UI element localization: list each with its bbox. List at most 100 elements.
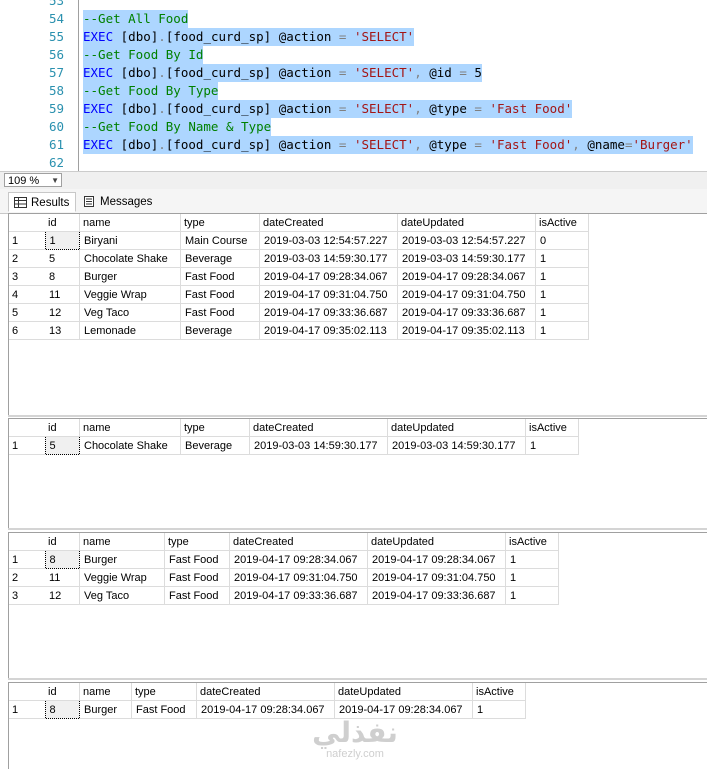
cell-dateUpdated[interactable]: 2019-04-17 09:33:36.687 — [397, 303, 536, 322]
cell-id[interactable]: 11 — [45, 285, 80, 304]
column-header-dateUpdated[interactable]: dateUpdated — [334, 683, 473, 701]
column-header-name[interactable]: name — [79, 533, 165, 551]
cell-dateUpdated[interactable]: 2019-03-03 12:54:57.227 — [397, 231, 536, 250]
column-header-type[interactable]: type — [180, 214, 260, 232]
cell-type[interactable]: Beverage — [180, 249, 260, 268]
cell-name[interactable]: Burger — [79, 267, 181, 286]
cell-dateCreated[interactable]: 2019-03-03 14:59:30.177 — [259, 249, 398, 268]
column-header-dateCreated[interactable]: dateCreated — [196, 683, 335, 701]
cell-id[interactable]: 1 — [44, 231, 80, 250]
cell-isActive[interactable]: 1 — [535, 285, 589, 304]
cell-isActive[interactable]: 1 — [472, 700, 526, 719]
grid-splitter-1[interactable] — [8, 415, 707, 417]
cell-dateCreated[interactable]: 2019-04-17 09:31:04.750 — [229, 568, 368, 587]
cell-type[interactable]: Beverage — [180, 436, 250, 455]
column-header-isActive[interactable]: isActive — [505, 533, 559, 551]
cell-id[interactable]: 13 — [45, 321, 80, 340]
column-header-dateCreated[interactable]: dateCreated — [249, 419, 388, 437]
cell-dateCreated[interactable]: 2019-04-17 09:31:04.750 — [259, 285, 398, 304]
result-grid-2[interactable]: id name type dateCreated dateUpdated isActive… — [8, 418, 707, 529]
cell-type[interactable]: Fast Food — [164, 586, 230, 605]
cell-isActive[interactable]: 0 — [535, 231, 589, 250]
cell-type[interactable]: Fast Food — [180, 267, 260, 286]
row-number[interactable]: 2 — [9, 568, 45, 587]
cell-name[interactable]: Veg Taco — [79, 303, 181, 322]
row-number[interactable]: 6 — [9, 321, 45, 340]
cell-dateCreated[interactable]: 2019-03-03 14:59:30.177 — [249, 436, 388, 455]
table-row[interactable]: 3 12 Veg Taco Fast Food 2019-04-17 09:33:36.… — [9, 586, 559, 605]
cell-dateCreated[interactable]: 2019-04-17 09:35:02.113 — [259, 321, 398, 340]
column-header-dateCreated[interactable]: dateCreated — [259, 214, 398, 232]
column-header-isActive[interactable]: isActive — [472, 683, 526, 701]
cell-id[interactable]: 12 — [45, 303, 80, 322]
cell-name[interactable]: Biryani — [79, 231, 181, 250]
cell-id[interactable]: 5 — [44, 436, 80, 455]
cell-isActive[interactable]: 1 — [535, 321, 589, 340]
cell-dateCreated[interactable]: 2019-04-17 09:28:34.067 — [229, 550, 368, 569]
cell-isActive[interactable]: 1 — [535, 267, 589, 286]
cell-isActive[interactable]: 1 — [535, 303, 589, 322]
cell-dateCreated[interactable]: 2019-03-03 12:54:57.227 — [259, 231, 398, 250]
sql-editor[interactable]: 53 54 55 56 57 58 59 60 61 62 --Get All Food EXEC … — [0, 0, 707, 171]
column-header-dateUpdated[interactable]: dateUpdated — [387, 419, 526, 437]
row-number[interactable]: 3 — [9, 586, 45, 605]
zoom-dropdown[interactable]: 109 % ▼ — [4, 173, 62, 187]
cell-dateCreated[interactable]: 2019-04-17 09:28:34.067 — [259, 267, 398, 286]
cell-dateUpdated[interactable]: 2019-03-03 14:59:30.177 — [387, 436, 526, 455]
cell-type[interactable]: Fast Food — [164, 568, 230, 587]
cell-isActive[interactable]: 1 — [535, 249, 589, 268]
cell-isActive[interactable]: 1 — [505, 568, 559, 587]
column-header-name[interactable]: name — [79, 683, 132, 701]
row-number[interactable]: 1 — [9, 436, 45, 455]
column-header-isActive[interactable]: isActive — [535, 214, 589, 232]
cell-isActive[interactable]: 1 — [525, 436, 579, 455]
cell-id[interactable]: 12 — [45, 586, 80, 605]
row-number[interactable]: 1 — [9, 550, 45, 569]
table-row[interactable]: 6 13 Lemonade Beverage 2019-04-17 09:35:02.1… — [9, 321, 589, 340]
column-header-id[interactable]: id — [45, 419, 80, 437]
cell-dateUpdated[interactable]: 2019-04-17 09:35:02.113 — [397, 321, 536, 340]
table-row[interactable]: 2 5 Chocolate Shake Beverage 2019-03-03 14:5… — [9, 249, 589, 268]
grid-splitter-2[interactable] — [8, 528, 707, 530]
cell-dateCreated[interactable]: 2019-04-17 09:33:36.687 — [229, 586, 368, 605]
row-number[interactable]: 4 — [9, 285, 45, 304]
cell-id[interactable]: 5 — [45, 249, 80, 268]
table-row[interactable]: 1 8 Burger Fast Food 2019-04-17 09:28:34.067… — [9, 700, 526, 719]
cell-type[interactable]: Main Course — [180, 231, 260, 250]
column-header-dateUpdated[interactable]: dateUpdated — [397, 214, 536, 232]
cell-id[interactable]: 8 — [45, 267, 80, 286]
table-row[interactable]: 3 8 Burger Fast Food 2019-04-17 09:28:34.067… — [9, 267, 589, 286]
cell-dateUpdated[interactable]: 2019-04-17 09:28:34.067 — [367, 550, 506, 569]
grid-splitter-3[interactable] — [8, 678, 707, 680]
cell-id[interactable]: 11 — [45, 568, 80, 587]
cell-isActive[interactable]: 1 — [505, 586, 559, 605]
cell-name[interactable]: Veg Taco — [79, 586, 165, 605]
cell-type[interactable]: Fast Food — [180, 303, 260, 322]
column-header-dateCreated[interactable]: dateCreated — [229, 533, 368, 551]
row-number[interactable]: 3 — [9, 267, 45, 286]
column-header-type[interactable]: type — [131, 683, 197, 701]
result-grid-1[interactable]: id name type dateCreated dateUpdated isActive… — [8, 213, 707, 416]
column-header-name[interactable]: name — [79, 419, 181, 437]
column-header-id[interactable]: id — [45, 683, 80, 701]
cell-name[interactable]: Veggie Wrap — [79, 568, 165, 587]
cell-type[interactable]: Fast Food — [180, 285, 260, 304]
tab-results[interactable]: Results — [8, 192, 76, 212]
cell-type[interactable]: Fast Food — [164, 550, 230, 569]
cell-isActive[interactable]: 1 — [505, 550, 559, 569]
column-header-id[interactable]: id — [45, 214, 80, 232]
row-number[interactable]: 1 — [9, 231, 45, 250]
column-header-dateUpdated[interactable]: dateUpdated — [367, 533, 506, 551]
table-row[interactable]: 1 8 Burger Fast Food 2019-04-17 09:28:34.067… — [9, 550, 559, 569]
cell-name[interactable]: Chocolate Shake — [79, 436, 181, 455]
tab-messages[interactable]: Messages — [78, 192, 153, 212]
cell-dateUpdated[interactable]: 2019-04-17 09:31:04.750 — [397, 285, 536, 304]
column-header-name[interactable]: name — [79, 214, 181, 232]
cell-name[interactable]: Burger — [79, 700, 132, 719]
row-number[interactable]: 1 — [9, 700, 45, 719]
cell-name[interactable]: Chocolate Shake — [79, 249, 181, 268]
column-header-id[interactable]: id — [45, 533, 80, 551]
row-number[interactable]: 5 — [9, 303, 45, 322]
cell-type[interactable]: Beverage — [180, 321, 260, 340]
cell-type[interactable]: Fast Food — [131, 700, 197, 719]
